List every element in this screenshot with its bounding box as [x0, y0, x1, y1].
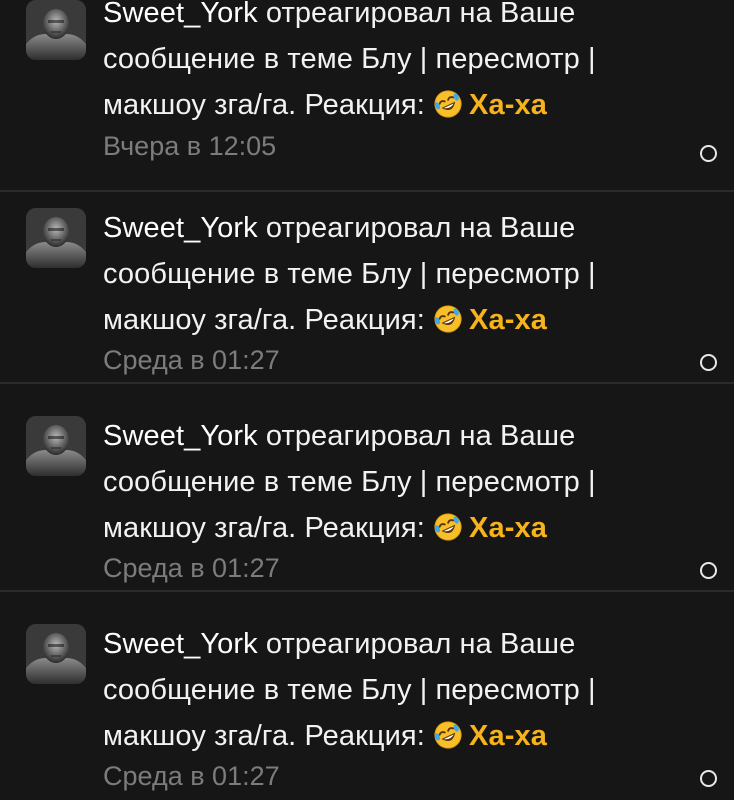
- reaction-label: Ха-ха: [469, 720, 547, 752]
- avatar-image: [26, 416, 86, 476]
- rofl-emoji-icon: [433, 512, 463, 542]
- avatar[interactable]: [26, 624, 86, 684]
- notification-item[interactable]: Sweet_York отреагировал на Ваше сообщени…: [0, 400, 734, 592]
- reaction-label: Ха-ха: [469, 89, 547, 121]
- username-link[interactable]: Sweet_York: [103, 628, 258, 660]
- avatar-image: [26, 208, 86, 268]
- rofl-emoji-icon: [433, 89, 463, 119]
- notification-text: Sweet_York отреагировал на Ваше сообщени…: [103, 0, 693, 128]
- avatar-image: [26, 0, 86, 60]
- username-link[interactable]: Sweet_York: [103, 0, 258, 29]
- rofl-emoji-icon: [433, 304, 463, 334]
- avatar[interactable]: [26, 0, 86, 60]
- username-link[interactable]: Sweet_York: [103, 420, 258, 452]
- notification-item[interactable]: Sweet_York отреагировал на Ваше сообщени…: [0, 608, 734, 800]
- avatar-image: [26, 624, 86, 684]
- username-link[interactable]: Sweet_York: [103, 212, 258, 244]
- notification-text: Sweet_York отреагировал на Ваше сообщени…: [103, 413, 693, 551]
- notification-time: Среда в 01:27: [103, 553, 280, 583]
- notification-text: Sweet_York отреагировал на Ваше сообщени…: [103, 621, 693, 759]
- avatar[interactable]: [26, 416, 86, 476]
- mark-read-toggle[interactable]: [700, 354, 717, 371]
- notification-time: Среда в 01:27: [103, 761, 280, 791]
- reaction-label: Ха-ха: [469, 512, 547, 544]
- avatar[interactable]: [26, 208, 86, 268]
- notification-item[interactable]: Sweet_York отреагировал на Ваше сообщени…: [0, 192, 734, 384]
- mark-read-toggle[interactable]: [700, 562, 717, 579]
- reaction-label: Ха-ха: [469, 304, 547, 336]
- notifications-feed: Sweet_York отреагировал на Ваше сообщени…: [0, 0, 734, 800]
- notification-time: Среда в 01:27: [103, 345, 280, 375]
- notification-item[interactable]: Sweet_York отреагировал на Ваше сообщени…: [0, 0, 734, 192]
- notification-time: Вчера в 12:05: [103, 131, 277, 161]
- mark-read-toggle[interactable]: [700, 145, 717, 162]
- mark-read-toggle[interactable]: [700, 770, 717, 787]
- rofl-emoji-icon: [433, 720, 463, 750]
- notification-text: Sweet_York отреагировал на Ваше сообщени…: [103, 205, 693, 343]
